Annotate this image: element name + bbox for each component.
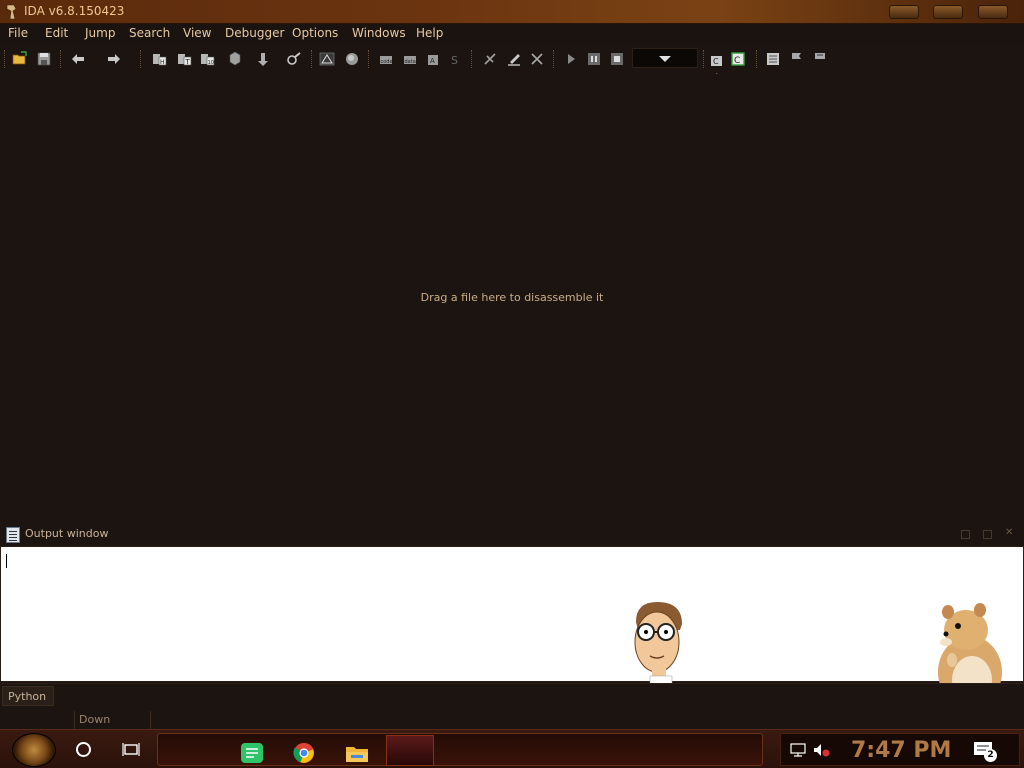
forward-icon[interactable] [105, 50, 123, 68]
chevron-down-icon [659, 56, 671, 62]
chat-app-icon[interactable] [240, 742, 264, 764]
graph-icon[interactable] [811, 50, 829, 68]
data-icon[interactable]: data [401, 50, 419, 68]
graph-view-icon[interactable]: 101 [198, 50, 216, 68]
patch-icon[interactable] [481, 50, 499, 68]
svg-text:A: A [430, 57, 435, 65]
debugger-select[interactable] [632, 48, 698, 68]
svg-text:data: data [405, 59, 416, 65]
chrome-icon[interactable] [292, 742, 316, 764]
toolbar-separator [311, 50, 313, 68]
output-window-header: Output window ✕ [0, 524, 1024, 546]
text-view-icon[interactable]: T [175, 50, 193, 68]
file-explorer-icon[interactable] [345, 742, 369, 764]
drag-hint: Drag a file here to disassemble it [420, 291, 604, 304]
search-icon[interactable] [285, 50, 303, 68]
menu-windows[interactable]: Windows [352, 26, 406, 40]
menu-help[interactable]: Help [416, 26, 443, 40]
status-direction: Down [74, 711, 150, 729]
ida-window: IDA v6.8.150423 File Edit Jump Search Vi… [0, 0, 1024, 768]
breakpoint-icon[interactable] [764, 50, 782, 68]
minimize-button[interactable] [889, 5, 919, 19]
window-title: IDA v6.8.150423 [24, 4, 125, 18]
run-icon[interactable] [562, 50, 580, 68]
close-button[interactable] [978, 5, 1008, 19]
text-caret [6, 554, 7, 568]
pause-icon[interactable] [585, 50, 603, 68]
menu-edit[interactable]: Edit [45, 26, 68, 40]
close-icon[interactable]: ✕ [1005, 527, 1014, 538]
svg-text:T: T [185, 58, 191, 66]
notifications-count: 2 [984, 749, 997, 762]
open-icon[interactable] [11, 50, 29, 68]
svg-text:H: H [160, 59, 165, 66]
jump-icon[interactable] [255, 50, 273, 68]
restore-icon[interactable] [961, 530, 970, 539]
taskbar-app-strip [157, 733, 763, 766]
start-button[interactable] [12, 733, 56, 767]
python-button[interactable]: Python [2, 686, 54, 706]
task-view-icon[interactable] [122, 742, 140, 757]
network-icon[interactable] [789, 743, 807, 757]
svg-text:C: C [713, 57, 719, 66]
menu-bar: File Edit Jump Search View Debugger Opti… [0, 24, 1024, 44]
back-icon[interactable] [69, 50, 87, 68]
menu-options[interactable]: Options [292, 26, 338, 40]
cursor-icon[interactable]: C [707, 50, 725, 68]
toolbar-separator [703, 50, 705, 68]
hex-view-icon[interactable]: H [150, 50, 168, 68]
taskbar: 7:47 PM 2 [0, 729, 1024, 768]
menu-file[interactable]: File [8, 26, 28, 40]
toolbar-separator [756, 50, 758, 68]
menu-jump[interactable]: Jump [85, 26, 115, 40]
struct-icon[interactable] [226, 50, 244, 68]
system-tray: 7:47 PM 2 [780, 733, 1020, 766]
active-app-thumbnail[interactable] [386, 735, 434, 766]
toolbar-separator [471, 50, 473, 68]
toolbar-separator [4, 50, 6, 68]
toolbar-separator [140, 50, 142, 68]
volume-muted-icon[interactable] [813, 743, 831, 757]
svg-text:C: C [734, 56, 740, 66]
cortana-icon[interactable] [76, 742, 91, 757]
svg-text:S: S [451, 54, 458, 67]
code-icon[interactable]: code [377, 50, 395, 68]
maximize-button[interactable] [933, 5, 963, 19]
stop-icon[interactable] [608, 50, 626, 68]
svg-text:code: code [381, 59, 393, 65]
output-window-icon [6, 527, 20, 543]
menu-search[interactable]: Search [129, 26, 170, 40]
disassembly-area[interactable]: Drag a file here to disassemble it [0, 74, 1024, 524]
status-bar: Down [0, 707, 1024, 729]
notifications-icon[interactable]: 2 [973, 741, 997, 762]
save-icon[interactable] [35, 50, 53, 68]
ida-logo-icon [6, 4, 17, 20]
float-icon[interactable] [983, 530, 992, 539]
flags-icon[interactable] [788, 50, 806, 68]
delete-icon[interactable] [528, 50, 546, 68]
toolbar: H T 101 code data A [0, 44, 1024, 74]
status-disk [150, 711, 226, 729]
record-icon[interactable] [343, 50, 361, 68]
undefine-icon[interactable]: S [446, 50, 464, 68]
toolbar-separator [553, 50, 555, 68]
clock[interactable]: 7:47 PM [851, 738, 951, 763]
debug-warning-icon[interactable] [318, 50, 336, 68]
menu-debugger[interactable]: Debugger [225, 26, 284, 40]
status-state [0, 711, 74, 729]
menu-view[interactable]: View [183, 26, 211, 40]
toolbar-separator [368, 50, 370, 68]
output-window-title: Output window [25, 527, 109, 540]
svg-text:101: 101 [208, 60, 215, 66]
command-line-bar: Python [0, 683, 1024, 707]
toolbar-separator [60, 50, 62, 68]
output-text-area[interactable] [0, 546, 1024, 682]
title-bar: IDA v6.8.150423 [0, 0, 1024, 24]
log-icon[interactable]: C [729, 50, 747, 68]
edit-icon[interactable] [505, 50, 523, 68]
string-icon[interactable]: A [424, 50, 442, 68]
